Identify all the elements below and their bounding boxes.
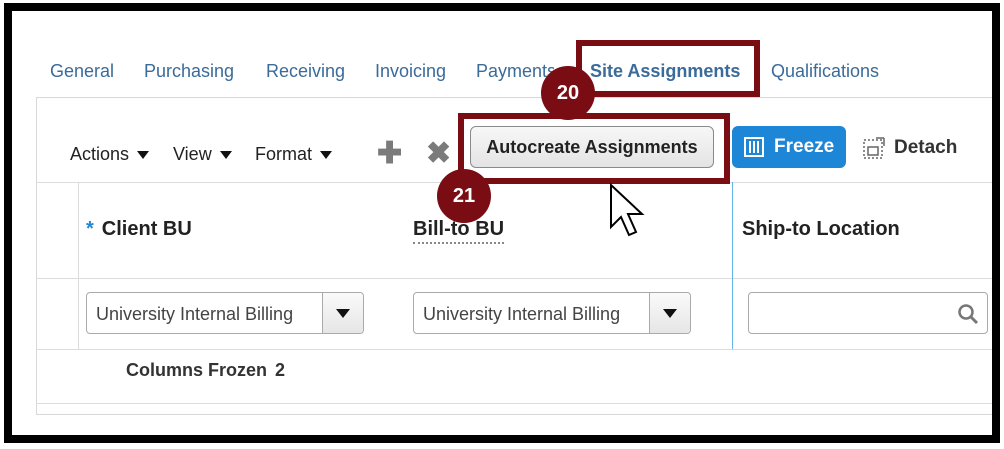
caret-down-icon bbox=[137, 151, 150, 160]
bill-to-bu-select[interactable]: University Internal Billing bbox=[413, 292, 691, 334]
view-menu[interactable]: View bbox=[173, 144, 232, 165]
mouse-pointer-icon bbox=[610, 183, 645, 237]
tab-invoicing[interactable]: Invoicing bbox=[375, 61, 446, 82]
add-row-icon[interactable]: ✚ bbox=[377, 139, 402, 169]
footer-bottom-border bbox=[36, 403, 992, 404]
actions-menu-label: Actions bbox=[70, 144, 130, 164]
detach-icon bbox=[863, 137, 885, 159]
column-header-client-bu[interactable]: * Client BU bbox=[86, 218, 192, 241]
tab-site-assignments[interactable]: Site Assignments bbox=[590, 61, 740, 82]
columns-frozen-count: 2 bbox=[275, 360, 286, 380]
required-indicator: * bbox=[86, 218, 94, 240]
caret-down-icon bbox=[320, 151, 333, 160]
step-21-badge: 21 bbox=[437, 169, 491, 223]
column-header-label: Ship-to Location bbox=[742, 218, 900, 240]
column-header-label: Client BU bbox=[101, 218, 192, 240]
ship-to-location-input[interactable] bbox=[748, 292, 988, 334]
row-header-divider bbox=[78, 182, 79, 349]
freeze-columns-icon bbox=[744, 137, 764, 157]
freeze-button-label: Freeze bbox=[774, 136, 835, 157]
delete-row-icon[interactable]: ✖ bbox=[426, 139, 451, 169]
tab-payments[interactable]: Payments bbox=[476, 61, 554, 82]
tab-general[interactable]: General bbox=[50, 61, 114, 82]
chevron-down-icon[interactable] bbox=[649, 293, 690, 333]
client-bu-select[interactable]: University Internal Billing bbox=[86, 292, 364, 334]
row-bottom-border bbox=[36, 349, 992, 350]
view-menu-label: View bbox=[173, 144, 212, 164]
step-20-badge: 20 bbox=[541, 66, 595, 120]
caret-down-icon bbox=[219, 151, 232, 160]
frozen-columns-divider bbox=[732, 182, 733, 349]
search-icon[interactable] bbox=[957, 303, 979, 325]
freeze-button[interactable]: Freeze bbox=[732, 126, 846, 168]
autocreate-assignments-button[interactable]: Autocreate Assignments bbox=[470, 126, 714, 168]
tab-purchasing[interactable]: Purchasing bbox=[144, 61, 234, 82]
columns-frozen-label: Columns Frozen bbox=[126, 360, 268, 380]
actions-menu[interactable]: Actions bbox=[70, 144, 150, 165]
content-area: General Purchasing Receiving Invoicing P… bbox=[12, 11, 992, 435]
client-bu-value: University Internal Billing bbox=[96, 304, 294, 324]
detach-button-label: Detach bbox=[894, 137, 958, 158]
columns-frozen-status: Columns Frozen 2 bbox=[126, 360, 285, 381]
tab-receiving[interactable]: Receiving bbox=[266, 61, 345, 82]
chevron-down-icon[interactable] bbox=[322, 293, 363, 333]
table-top-border bbox=[36, 182, 992, 183]
tab-qualifications[interactable]: Qualifications bbox=[771, 61, 879, 82]
column-header-ship-to-location[interactable]: Ship-to Location bbox=[742, 218, 900, 241]
format-menu[interactable]: Format bbox=[255, 144, 333, 165]
format-menu-label: Format bbox=[255, 144, 313, 164]
header-bottom-border bbox=[36, 278, 992, 279]
screenshot-frame: General Purchasing Receiving Invoicing P… bbox=[4, 3, 1000, 443]
bill-to-bu-value: University Internal Billing bbox=[423, 304, 621, 324]
